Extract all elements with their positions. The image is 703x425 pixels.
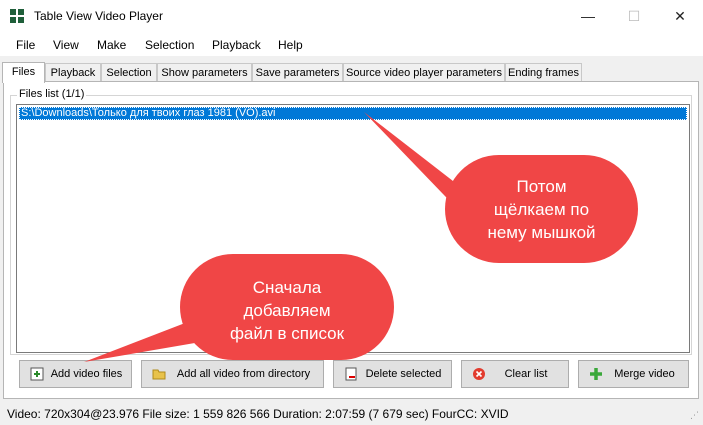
callout-click-file: Потом щёлкаем по нему мышкой [445,155,638,263]
callout-add-file: Сначала добавляем файл в список [180,254,394,360]
